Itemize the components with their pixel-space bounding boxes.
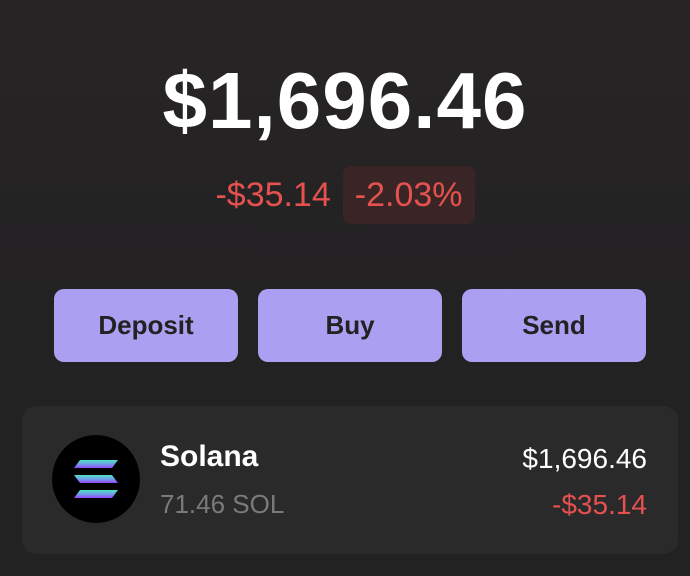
balance-change-percent: -2.03% xyxy=(354,175,463,214)
buy-button[interactable]: Buy xyxy=(258,289,442,362)
token-change: -$35.14 xyxy=(552,489,647,520)
balance-change-amount: -$35.14 xyxy=(215,176,331,214)
send-button[interactable]: Send xyxy=(462,289,646,362)
balance-change-percent-badge: -2.03% xyxy=(342,166,475,224)
deposit-button[interactable]: Deposit xyxy=(54,289,238,362)
token-row-solana[interactable]: Solana 71.46 SOL $1,696.46 -$35.14 xyxy=(22,406,678,554)
total-balance: $1,696.46 xyxy=(162,56,528,145)
deposit-button-label: Deposit xyxy=(98,310,194,340)
action-buttons: Deposit Buy Send xyxy=(54,289,646,362)
send-button-label: Send xyxy=(522,310,586,340)
solana-logo-icon xyxy=(52,435,140,523)
balance-change-row: -$35.14 -2.03% xyxy=(0,166,690,224)
token-name: Solana xyxy=(160,440,259,473)
buy-button-label: Buy xyxy=(325,310,375,340)
token-quantity: 71.46 SOL xyxy=(160,489,285,519)
token-value: $1,696.46 xyxy=(522,443,647,474)
